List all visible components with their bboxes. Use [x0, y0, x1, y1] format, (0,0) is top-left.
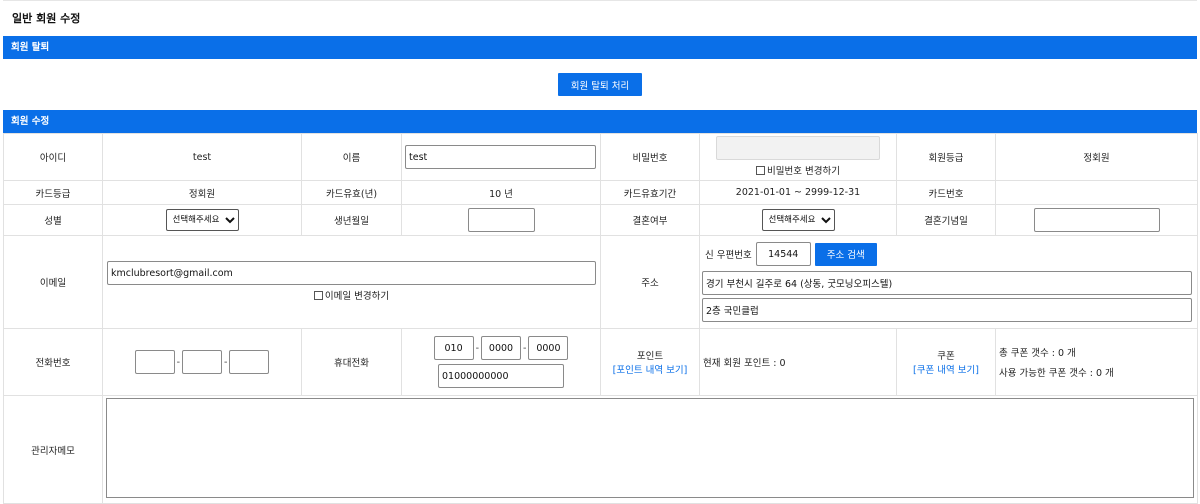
point-label: 포인트: [636, 351, 664, 362]
mobile-part1-input[interactable]: [433, 336, 474, 360]
card-grade-value: 정회원: [102, 180, 302, 205]
memo-textarea[interactable]: [106, 398, 1194, 498]
card-period-value: 2021-01-01 ~ 2999-12-31: [699, 180, 897, 205]
mobile-dash: -: [475, 342, 479, 354]
coupon-available: 사용 가능한 쿠폰 갯수 : 0 개: [999, 368, 1114, 379]
gender-select[interactable]: 선택해주세요: [165, 209, 239, 231]
page: 일반 회원 수정 회원 탈퇴 회원 탈퇴 처리 회원 수정 아이디 test 이…: [0, 0, 1200, 504]
zip-input[interactable]: [755, 242, 811, 266]
mobile-full-input[interactable]: [438, 364, 564, 388]
card-number-label: 카드번호: [896, 180, 996, 205]
card-grade-label: 카드등급: [3, 180, 103, 205]
page-title: 일반 회원 수정: [3, 0, 1197, 36]
mobile-part3-input[interactable]: [528, 336, 569, 360]
email-change-checkbox[interactable]: [313, 290, 323, 300]
coupon-label: 쿠폰: [937, 351, 955, 362]
name-input[interactable]: [405, 145, 596, 169]
email-input[interactable]: [107, 261, 596, 286]
point-history-link[interactable]: [포인트 내역 보기]: [604, 362, 696, 376]
married-label: 결혼여부: [600, 204, 700, 236]
gender-label: 성별: [3, 204, 103, 236]
password-label: 비밀번호: [600, 133, 700, 181]
edit-section-header: 회원 수정: [3, 110, 1197, 133]
email-change-toggle[interactable]: 이메일 변경하기: [313, 288, 390, 303]
birthday-label: 생년월일: [301, 204, 402, 236]
phone-dash: -: [176, 356, 180, 368]
phone-part1-input[interactable]: [134, 350, 175, 374]
member-edit-table: 아이디 test 이름 비밀번호 비밀번호 변경하기 회원등급 정회원 카드등급…: [3, 133, 1198, 504]
phone-label: 전화번호: [3, 328, 103, 396]
phone-dash: -: [224, 356, 228, 368]
card-number-value: [995, 180, 1198, 205]
birthday-input[interactable]: [467, 208, 535, 232]
name-label: 이름: [301, 133, 402, 181]
memo-label: 관리자메모: [3, 395, 103, 504]
password-input[interactable]: [716, 136, 880, 161]
address-label: 주소: [600, 235, 700, 329]
withdraw-button[interactable]: 회원 탈퇴 처리: [557, 73, 643, 96]
withdraw-area: 회원 탈퇴 처리: [3, 59, 1197, 110]
point-current: 현재 회원 포인트 : 0: [699, 328, 897, 396]
password-change-label: 비밀번호 변경하기: [767, 166, 840, 178]
address-search-button[interactable]: 주소 검색: [814, 242, 877, 266]
withdraw-section-header: 회원 탈퇴: [3, 36, 1197, 59]
phone-part2-input[interactable]: [182, 350, 222, 374]
zip-label: 신 우편번호: [705, 250, 752, 261]
password-change-toggle[interactable]: 비밀번호 변경하기: [756, 163, 840, 177]
id-label: 아이디: [3, 133, 103, 181]
card-years-label: 카드유효(년): [301, 180, 402, 205]
password-change-checkbox[interactable]: [756, 165, 766, 175]
email-change-label: 이메일 변경하기: [324, 291, 390, 303]
card-years-value: 10 년: [401, 180, 601, 205]
address2-input[interactable]: [702, 298, 1192, 322]
coupon-total: 총 쿠폰 갯수 : 0 개: [999, 348, 1076, 359]
mobile-dash: -: [523, 342, 527, 354]
married-select[interactable]: 선택해주세요: [761, 209, 835, 231]
address1-input[interactable]: [702, 271, 1192, 295]
card-period-label: 카드유효기간: [600, 180, 700, 205]
coupon-history-link[interactable]: [쿠폰 내역 보기]: [900, 362, 992, 376]
phone-part3-input[interactable]: [229, 350, 270, 374]
anniversary-label: 결혼기념일: [896, 204, 996, 236]
id-value: test: [102, 133, 302, 181]
grade-value: 정회원: [995, 133, 1198, 181]
anniversary-input[interactable]: [1033, 208, 1160, 232]
mobile-part2-input[interactable]: [481, 336, 521, 360]
grade-label: 회원등급: [896, 133, 996, 181]
mobile-label: 휴대전화: [301, 328, 402, 396]
email-label: 이메일: [3, 235, 103, 329]
